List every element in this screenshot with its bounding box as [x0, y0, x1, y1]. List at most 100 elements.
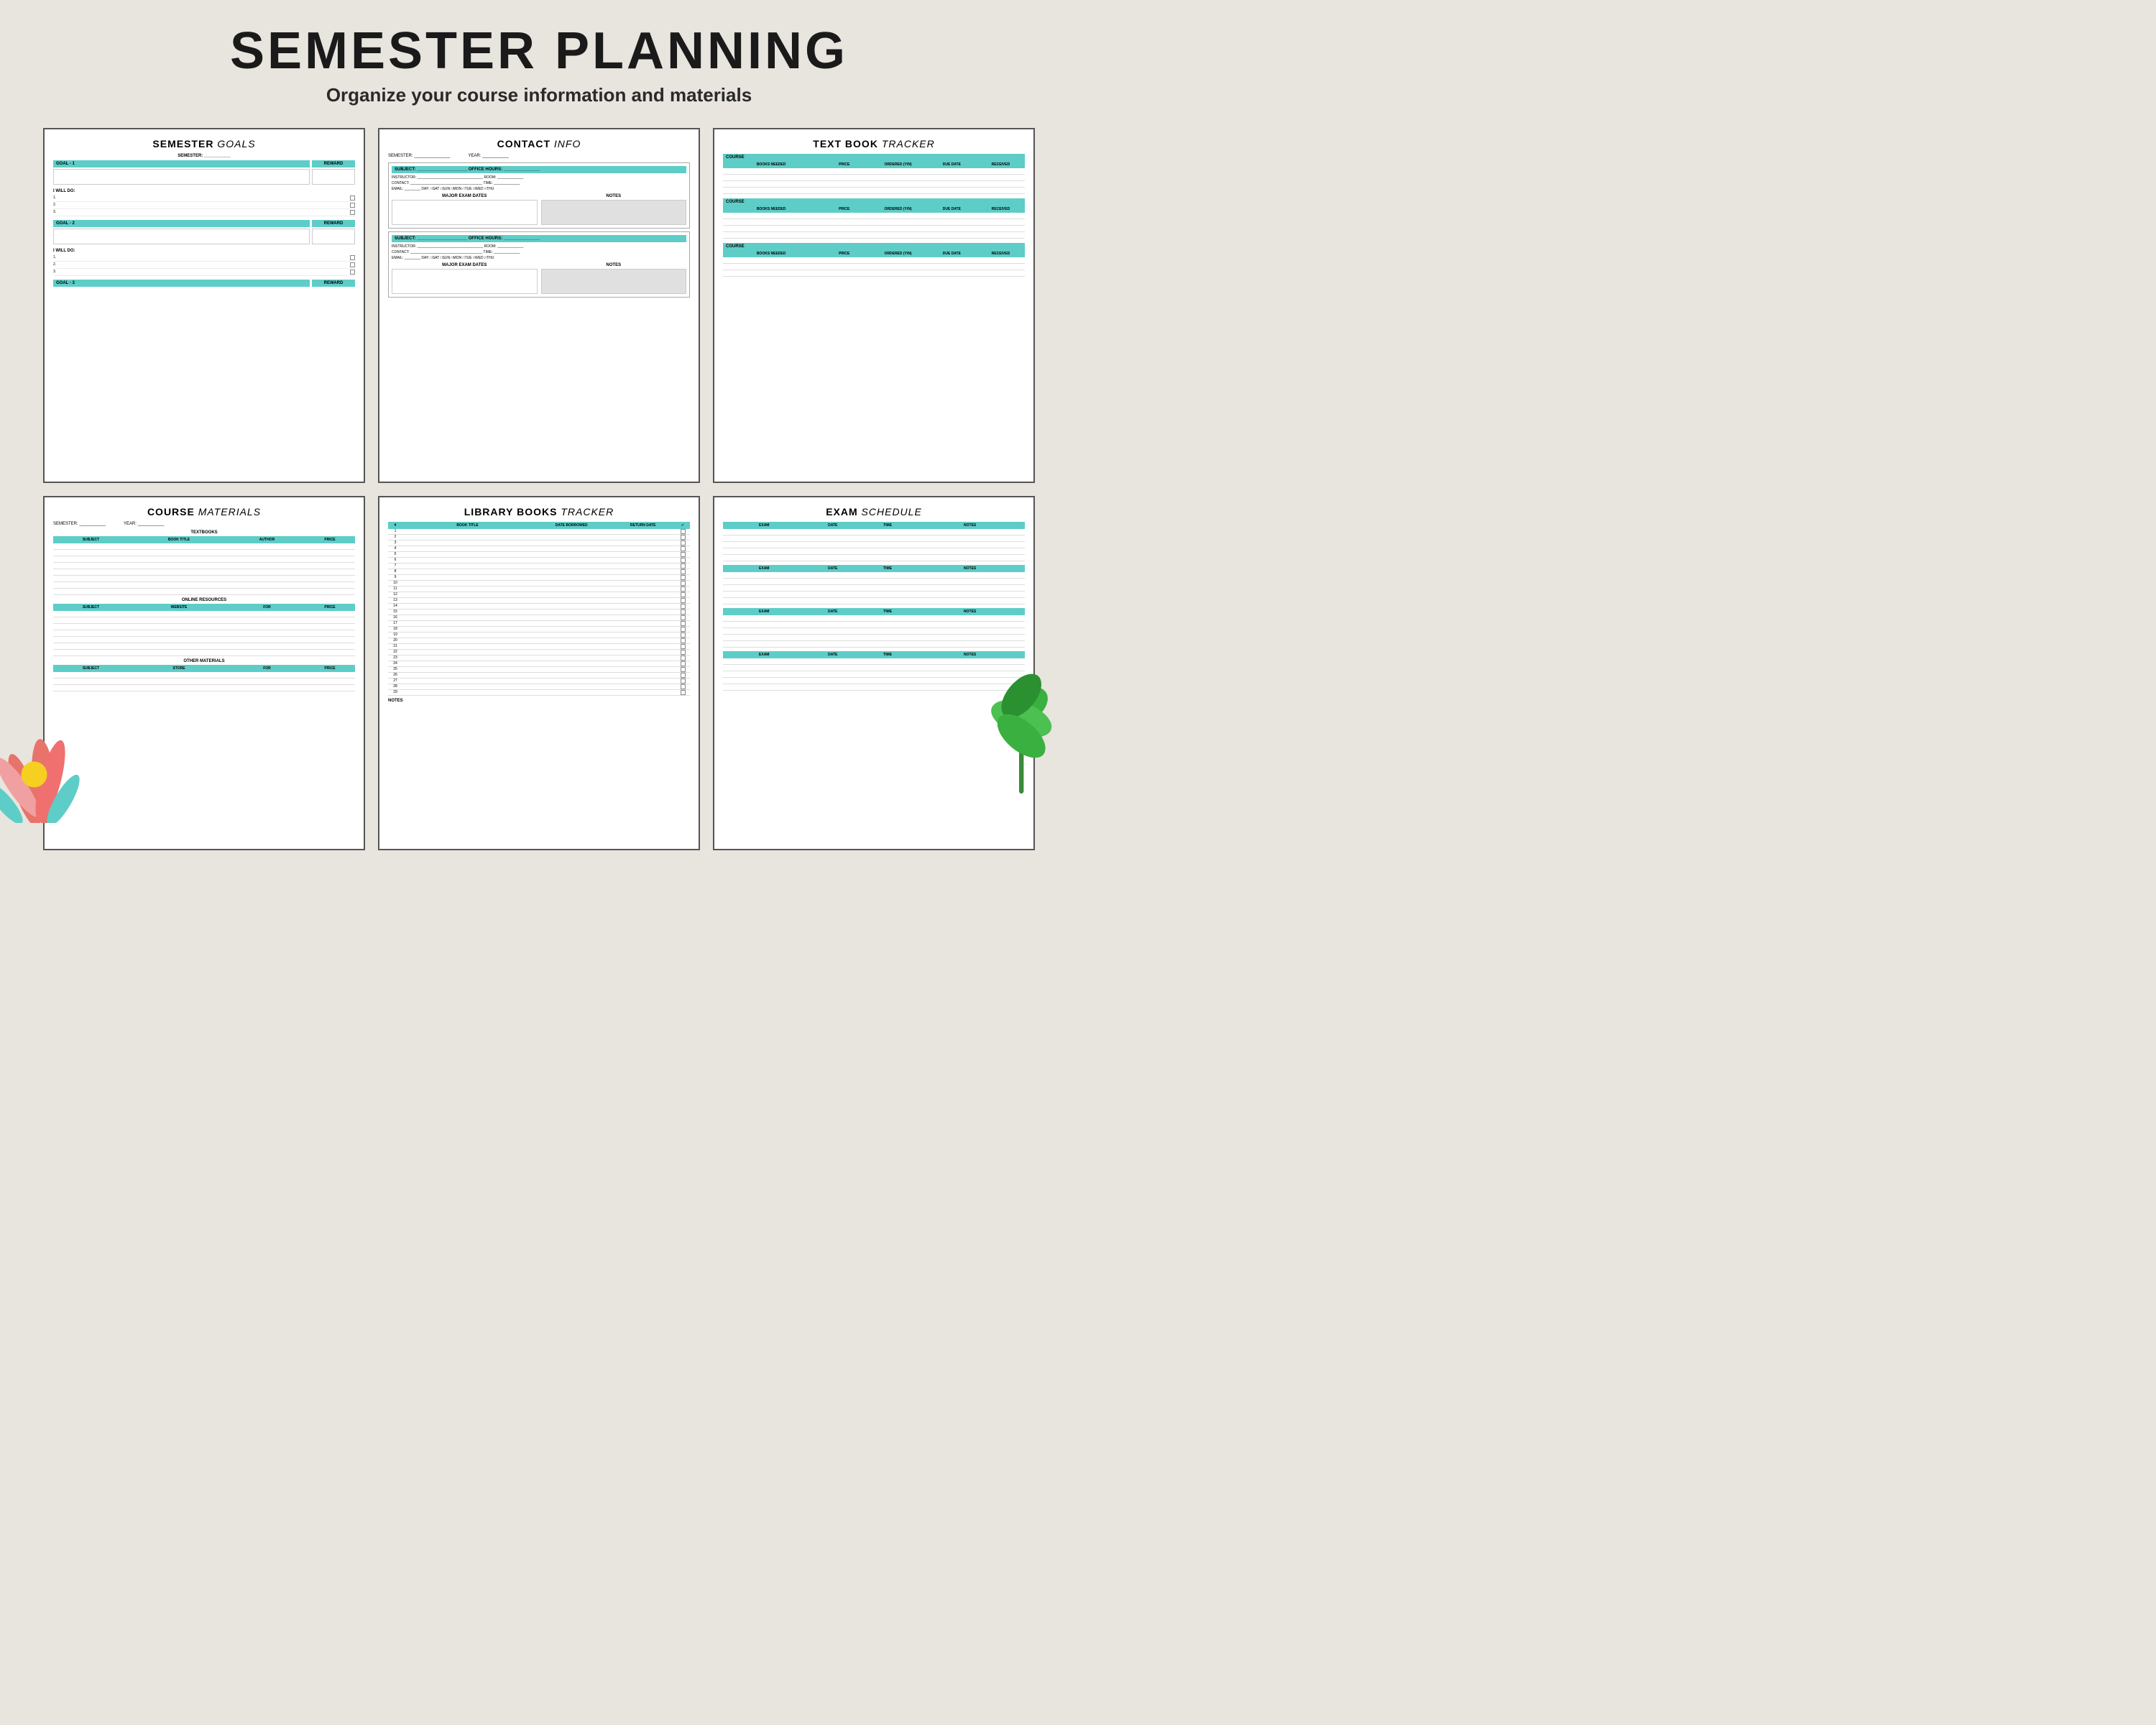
lib-row-22-title [402, 650, 533, 655]
exam-col-notes-2: NOTES [915, 566, 1025, 571]
lib-row-21-num: 21 [388, 644, 402, 649]
lib-row-6-title [402, 558, 533, 563]
lib-row-17-title [402, 621, 533, 626]
lib-row-10: 10 [388, 581, 690, 586]
cm-year: YEAR: ___________ [124, 522, 164, 526]
lib-row-20: 20 [388, 638, 690, 644]
lib-row-28-title [402, 684, 533, 689]
lib-row-27-borrowed [533, 678, 611, 684]
lib-row-13-check [676, 598, 690, 603]
lib-row-21-title [402, 644, 533, 649]
lib-row-14-return [611, 604, 676, 609]
cm-or-row-6 [53, 643, 355, 650]
exam-dates-label-1: MAJOR EXAM DATES [392, 194, 538, 198]
exam-box-2 [392, 269, 538, 294]
online-col-headers: SUBJECT WEBSITE FOR PRICE [53, 604, 355, 611]
cm-semester: SEMESTER: ___________ [53, 522, 106, 526]
lib-row-20-num: 20 [388, 638, 402, 643]
lib-row-23-title [402, 656, 533, 661]
exam-col-exam-4: EXAM [723, 653, 806, 657]
notes-label-1: NOTES [541, 194, 687, 198]
lib-row-17-borrowed [533, 621, 611, 626]
exam-col-time: TIME [860, 523, 915, 528]
lib-row-11-check [676, 586, 690, 592]
goal-2-main [53, 229, 310, 246]
exam-col-time-2: TIME [860, 566, 915, 571]
lib-row-20-title [402, 638, 533, 643]
lib-row-7-borrowed [533, 564, 611, 569]
lib-row-2-num: 2 [388, 535, 402, 540]
goal-1-bar: GOAL - 1 [53, 160, 310, 167]
exam-s1-row-5 [723, 555, 1025, 561]
subject-1-instructor: INSTRUCTOR: ____________________________… [392, 175, 686, 180]
lib-row-6-num: 6 [388, 558, 402, 563]
lib-row-12: 12 [388, 592, 690, 598]
lib-row-14-title [402, 604, 533, 609]
goals-card-title: SEMESTER GOALS [53, 138, 355, 150]
lib-row-18-return [611, 627, 676, 632]
contact-title-italic: INFO [554, 138, 581, 150]
goal-1-box [53, 169, 310, 185]
exam-s1-row-3 [723, 542, 1025, 548]
lib-row-20-check [676, 638, 690, 643]
lib-row-25-title [402, 667, 533, 672]
lib-row-1-title [402, 529, 533, 534]
textbook-title-bold: TEXT BOOK [813, 138, 878, 150]
exam-s1-row-1 [723, 529, 1025, 535]
lib-row-10-check [676, 581, 690, 586]
lib-row-19: 19 [388, 632, 690, 638]
tb-row-1-4 [723, 188, 1025, 194]
lib-col-check: ✓ [676, 523, 690, 528]
lib-row-26-check [676, 673, 690, 678]
cm-tb-row-3 [53, 556, 355, 563]
lib-row-29-check [676, 690, 690, 695]
lib-row-20-borrowed [533, 638, 611, 643]
checkbox-1-1 [350, 196, 355, 201]
lib-row-18: 18 [388, 627, 690, 632]
lib-row-12-borrowed [533, 592, 611, 597]
subject-1-exam: MAJOR EXAM DATES [392, 194, 538, 225]
notes-label-2: NOTES [541, 263, 687, 267]
lib-row-9-title [402, 575, 533, 580]
course-materials-title: COURSE MATERIALS [53, 506, 355, 518]
lib-row-12-return [611, 592, 676, 597]
lib-row-15-check [676, 610, 690, 615]
cm-tb-row-8 [53, 589, 355, 595]
lib-row-2-title [402, 535, 533, 540]
reward-1-box [312, 169, 355, 185]
exam-section-3: EXAM DATE TIME NOTES [723, 608, 1025, 648]
lib-row-28-check [676, 684, 690, 689]
lib-row-6-return [611, 558, 676, 563]
lib-row-18-borrowed [533, 627, 611, 632]
lib-row-4: 4 [388, 546, 690, 552]
lib-col-title: BOOK TITLE [402, 523, 533, 528]
page-subtitle: Organize your course information and mat… [0, 84, 1078, 106]
lib-row-4-check [676, 546, 690, 551]
textbooks-col-headers: SUBJECT BOOK TITLE AUTHOR PRICE [53, 536, 355, 543]
cm-title-italic: MATERIALS [198, 506, 261, 518]
cm-or-row-4 [53, 630, 355, 637]
lib-row-23-check [676, 656, 690, 661]
lib-row-5: 5 [388, 552, 690, 558]
cm-tb-row-7 [53, 582, 355, 589]
subject-2-contact: CONTACT: _______________________________… [392, 249, 686, 255]
tb-col-due-2: DUE DATE [928, 207, 976, 211]
lib-notes-label: NOTES [388, 699, 690, 703]
lib-row-20-return [611, 638, 676, 643]
lib-row-8-check [676, 569, 690, 574]
reward-2-box [312, 229, 355, 244]
exam-s1-row-2 [723, 535, 1025, 542]
lib-row-14: 14 [388, 604, 690, 610]
will-do-2-item-2: 2. [53, 262, 355, 269]
lib-row-25-return [611, 667, 676, 672]
exam-dates-label-2: MAJOR EXAM DATES [392, 263, 538, 267]
tb-row-2-4 [723, 232, 1025, 239]
lib-row-10-title [402, 581, 533, 586]
lib-row-23-return [611, 656, 676, 661]
cm-tb-row-4 [53, 563, 355, 569]
exam-col-exam-3: EXAM [723, 610, 806, 614]
will-do-1-label: I WILL DO: [53, 189, 355, 193]
checkbox-1-2 [350, 203, 355, 208]
om-col-for: FOR [229, 666, 305, 671]
lib-row-3: 3 [388, 540, 690, 546]
